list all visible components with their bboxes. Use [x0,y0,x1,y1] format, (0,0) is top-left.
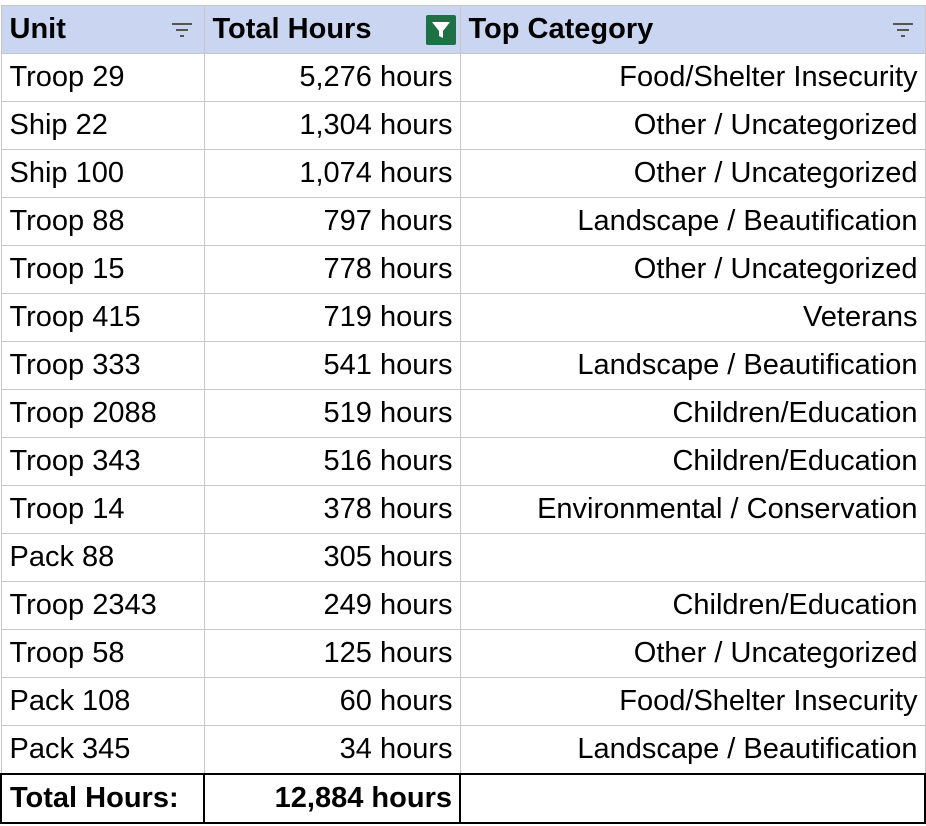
table-row: Troop 58 125 hours Other / Uncategorized [0,629,926,678]
hours-cell[interactable]: 719 hours [203,293,461,342]
unit-cell[interactable]: Troop 2088 [0,389,205,438]
unit-cell[interactable]: Troop 15 [0,245,205,294]
filter-funnel-active-icon[interactable] [425,14,456,45]
hours-cell[interactable]: 541 hours [203,341,461,390]
header-category-label: Top Category [468,13,654,45]
total-empty-cell[interactable] [459,773,926,824]
hours-cell[interactable]: 519 hours [203,389,461,438]
table-row: Pack 345 34 hours Landscape / Beautifica… [0,725,926,775]
header-unit[interactable]: Unit [0,5,205,54]
category-cell[interactable] [459,533,926,582]
spreadsheet-grid: Unit Total Hours Top Category Troop 29 5… [0,0,926,826]
table-row: Troop 343 516 hours Children/Education [0,437,926,486]
unit-cell[interactable]: Pack 88 [0,533,205,582]
unit-cell[interactable]: Troop 333 [0,341,205,390]
category-cell[interactable]: Other / Uncategorized [459,629,926,678]
hours-cell[interactable]: 378 hours [203,485,461,534]
unit-cell[interactable]: Ship 100 [0,149,205,198]
table-row: Ship 22 1,304 hours Other / Uncategorize… [0,101,926,150]
hours-cell[interactable]: 34 hours [203,725,461,775]
table-row: Pack 108 60 hours Food/Shelter Insecurit… [0,677,926,726]
category-cell[interactable]: Environmental / Conservation [459,485,926,534]
unit-cell[interactable]: Troop 29 [0,53,205,102]
unit-cell[interactable]: Ship 22 [0,101,205,150]
total-row: Total Hours: 12,884 hours [0,773,926,824]
unit-hours-table: Unit Total Hours Top Category Troop 29 5… [0,5,926,824]
table-row: Troop 2088 519 hours Children/Education [0,389,926,438]
header-hours-label: Total Hours [212,13,372,45]
category-cell[interactable]: Landscape / Beautification [459,725,926,775]
unit-cell[interactable]: Troop 415 [0,293,205,342]
header-unit-label: Unit [9,13,66,45]
table-row: Troop 14 378 hours Environmental / Conse… [0,485,926,534]
category-cell[interactable]: Other / Uncategorized [459,149,926,198]
hours-cell[interactable]: 5,276 hours [203,53,461,102]
hours-cell[interactable]: 778 hours [203,245,461,294]
hours-cell[interactable]: 125 hours [203,629,461,678]
table-row: Ship 100 1,074 hours Other / Uncategoriz… [0,149,926,198]
hours-cell[interactable]: 1,074 hours [203,149,461,198]
table-row: Troop 2343 249 hours Children/Education [0,581,926,630]
unit-cell[interactable]: Pack 345 [0,725,205,775]
category-cell[interactable]: Food/Shelter Insecurity [459,677,926,726]
table-row: Troop 15 778 hours Other / Uncategorized [0,245,926,294]
unit-cell[interactable]: Troop 14 [0,485,205,534]
table-row: Troop 333 541 hours Landscape / Beautifi… [0,341,926,390]
category-cell[interactable]: Children/Education [459,437,926,486]
table-row: Pack 88 305 hours [0,533,926,582]
unit-cell[interactable]: Troop 343 [0,437,205,486]
hours-cell[interactable]: 516 hours [203,437,461,486]
hours-cell[interactable]: 60 hours [203,677,461,726]
table-row: Troop 29 5,276 hours Food/Shelter Insecu… [0,53,926,102]
category-cell[interactable]: Landscape / Beautification [459,197,926,246]
header-total-hours[interactable]: Total Hours [203,5,461,54]
category-cell[interactable]: Landscape / Beautification [459,341,926,390]
unit-cell[interactable]: Troop 88 [0,197,205,246]
table-row: Troop 415 719 hours Veterans [0,293,926,342]
hours-cell[interactable]: 797 hours [203,197,461,246]
filter-lines-icon[interactable] [891,21,915,39]
hours-cell[interactable]: 249 hours [203,581,461,630]
category-cell[interactable]: Veterans [459,293,926,342]
category-cell[interactable]: Other / Uncategorized [459,101,926,150]
category-cell[interactable]: Other / Uncategorized [459,245,926,294]
total-value-cell[interactable]: 12,884 hours [203,773,461,824]
header-row: Unit Total Hours Top Category [0,5,926,54]
category-cell[interactable]: Children/Education [459,389,926,438]
filter-lines-icon[interactable] [170,21,194,39]
unit-cell[interactable]: Troop 2343 [0,581,205,630]
category-cell[interactable]: Food/Shelter Insecurity [459,53,926,102]
hours-cell[interactable]: 1,304 hours [203,101,461,150]
category-cell[interactable]: Children/Education [459,581,926,630]
unit-cell[interactable]: Pack 108 [0,677,205,726]
header-top-category[interactable]: Top Category [459,5,926,54]
total-label-cell[interactable]: Total Hours: [0,773,205,824]
unit-cell[interactable]: Troop 58 [0,629,205,678]
table-row: Troop 88 797 hours Landscape / Beautific… [0,197,926,246]
hours-cell[interactable]: 305 hours [203,533,461,582]
